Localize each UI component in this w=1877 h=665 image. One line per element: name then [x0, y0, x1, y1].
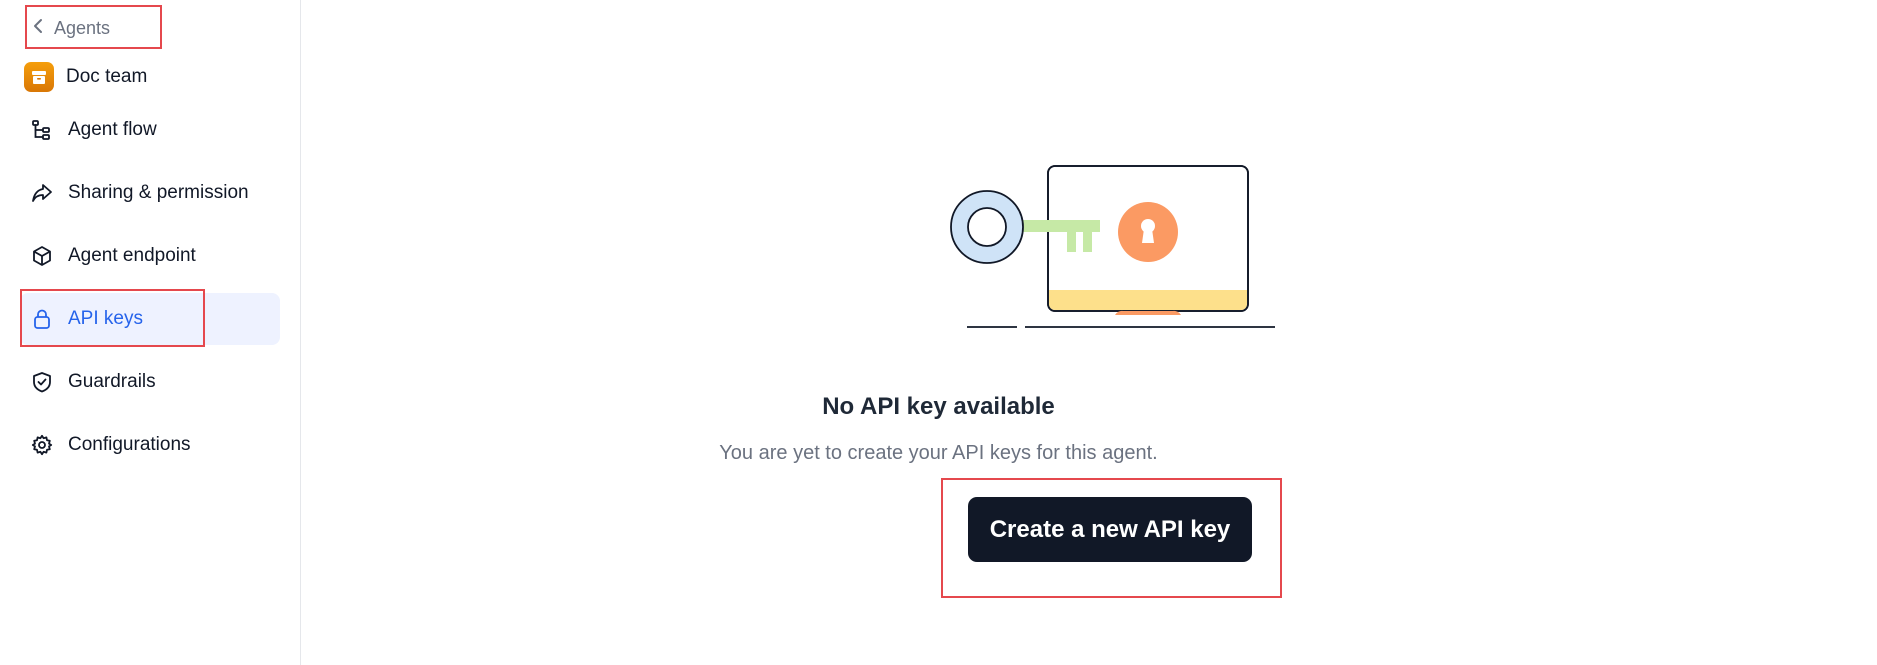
cube-icon [30, 244, 54, 268]
chevron-left-icon [32, 18, 44, 39]
shield-check-icon [30, 370, 54, 394]
empty-state-subtitle: You are yet to create your API keys for … [719, 442, 1158, 464]
create-api-key-button[interactable]: Create a new API key [968, 497, 1252, 562]
sidebar-item-agent-flow[interactable]: Agent flow [20, 104, 280, 156]
sidebar-item-label: API keys [68, 308, 143, 329]
archive-icon [24, 62, 54, 92]
sidebar-item-api-keys[interactable]: API keys [20, 293, 280, 345]
flow-icon [30, 118, 54, 142]
sidebar-item-label: Guardrails [68, 371, 156, 392]
sidebar-item-label: Agent endpoint [68, 245, 196, 266]
team-name: Doc team [66, 66, 148, 87]
sidebar-item-label: Agent flow [68, 119, 157, 140]
back-label: Agents [54, 17, 111, 38]
sidebar-item-label: Sharing & permission [68, 182, 249, 203]
lock-icon [30, 307, 54, 331]
team-header: Doc team [24, 62, 147, 92]
api-key-illustration [950, 165, 1275, 328]
sidebar: Agents Doc team Agent flow Sharing & per… [0, 0, 301, 665]
empty-state-title: No API key available [822, 393, 1055, 420]
share-icon [30, 181, 54, 205]
sidebar-item-agent-endpoint[interactable]: Agent endpoint [20, 230, 280, 282]
back-to-agents-link[interactable]: Agents [32, 14, 110, 42]
sidebar-item-sharing[interactable]: Sharing & permission [20, 167, 280, 219]
